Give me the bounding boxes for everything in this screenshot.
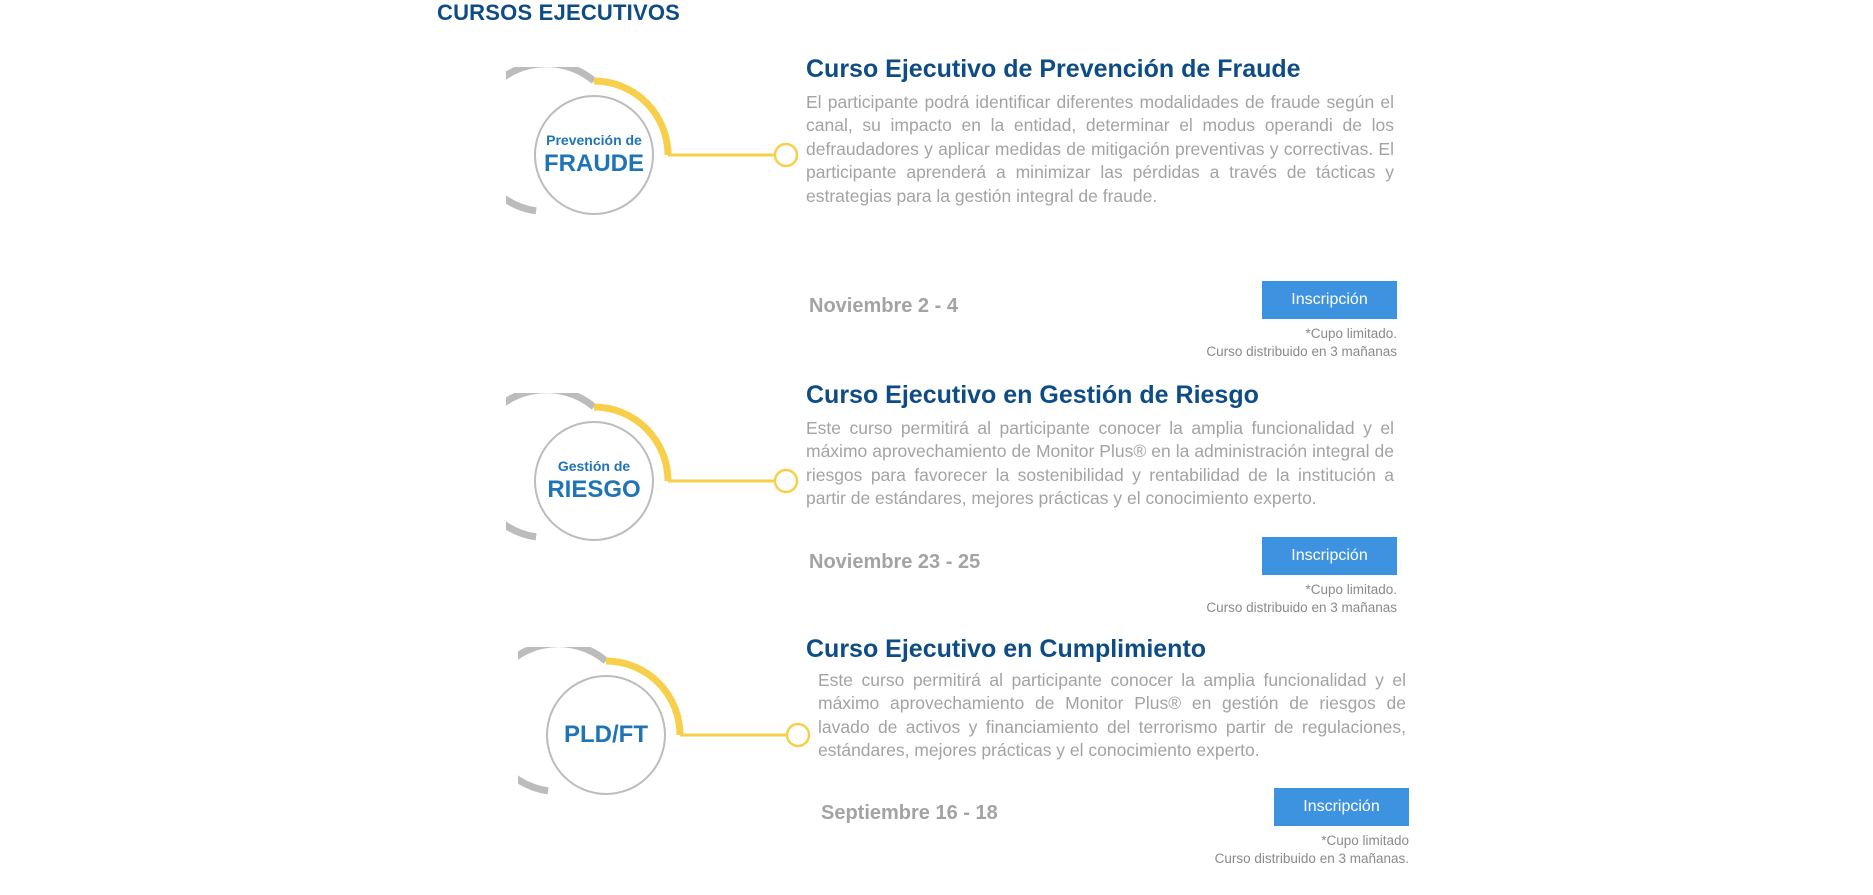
note-limited-seats: *Cupo limitado [1321,833,1409,848]
badge-keyword: RIESGO [547,476,641,503]
inscripcion-button[interactable]: Inscripción [1274,788,1409,826]
course-card-fraude: Prevención de FRAUDE Curso Ejecutivo de … [0,55,1873,359]
course-date: Noviembre 23 - 25 [809,551,981,573]
badge-label: PLD/FT [518,647,694,823]
course-card-riesgo: Gestión de RIESGO Curso Ejecutivo en Ges… [0,381,1873,641]
course-title: Curso Ejecutivo en Cumplimiento [806,635,1207,663]
note-schedule: Curso distribuido en 3 mañanas. [1214,851,1409,866]
course-card-cumplimiento: PLD/FT Curso Ejecutivo en Cumplimiento E… [0,635,1873,895]
course-date: Noviembre 2 - 4 [809,295,958,317]
badge-label: Gestión de RIESGO [506,393,682,569]
badge-label: Prevención de FRAUDE [506,67,682,243]
course-title: Curso Ejecutivo de Prevención de Fraude [806,55,1301,83]
course-description: Este curso permitirá al participante con… [806,418,1394,509]
course-description: Este curso permitirá al participante con… [818,670,1406,761]
section-title: CURSOS EJECUTIVOS [437,0,681,25]
badge-keyword: FRAUDE [544,150,644,177]
course-date: Septiembre 16 - 18 [821,802,998,824]
note-schedule: Curso distribuido en 3 mañanas [1206,344,1397,359]
course-title: Curso Ejecutivo en Gestión de Riesgo [806,381,1259,409]
note-schedule: Curso distribuido en 3 mañanas [1206,600,1397,615]
badge-subtitle: Gestión de [557,458,631,474]
course-badge: Gestión de RIESGO [506,393,799,569]
course-badge: Prevención de FRAUDE [506,67,799,243]
badge-subtitle: Prevención de [546,132,642,148]
course-badge: PLD/FT [518,647,811,823]
inscripcion-button[interactable]: Inscripción [1262,281,1397,319]
inscripcion-button[interactable]: Inscripción [1262,537,1397,575]
note-limited-seats: *Cupo limitado. [1305,326,1397,341]
course-note: *Cupo limitado Curso distribuido en 3 ma… [1089,832,1409,868]
badge-keyword: PLD/FT [564,721,648,748]
course-note: *Cupo limitado. Curso distribuido en 3 m… [1077,581,1397,617]
note-limited-seats: *Cupo limitado. [1305,582,1397,597]
course-description: El participante podrá identificar difere… [806,92,1394,206]
course-note: *Cupo limitado. Curso distribuido en 3 m… [1077,325,1397,361]
